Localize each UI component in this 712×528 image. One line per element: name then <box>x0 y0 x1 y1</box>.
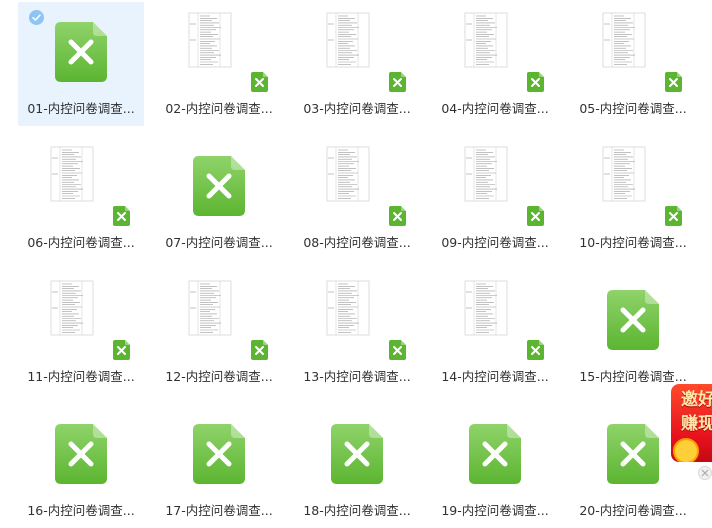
file-name: 05-内控问卷调查... <box>579 101 687 116</box>
excel-badge-icon <box>665 72 682 92</box>
excel-badge-icon <box>251 72 268 92</box>
excel-file-icon <box>55 22 107 82</box>
excel-badge-icon <box>527 206 544 226</box>
excel-badge-icon <box>113 206 130 226</box>
excel-badge-icon <box>389 340 406 360</box>
file-thumbnail <box>186 278 234 338</box>
excel-badge-icon <box>389 72 406 92</box>
excel-file-icon <box>193 156 245 216</box>
file-name: 14-内控问卷调查... <box>441 369 549 384</box>
file-name: 01-内控问卷调查... <box>27 101 135 116</box>
file-name: 19-内控问卷调查... <box>441 503 549 518</box>
file-name: 09-内控问卷调查... <box>441 235 549 250</box>
excel-badge-icon <box>113 340 130 360</box>
file-thumbnail <box>324 278 372 338</box>
file-name: 18-内控问卷调查... <box>303 503 411 518</box>
promo-banner[interactable]: 邀好 赚现 <box>671 384 712 462</box>
file-item[interactable]: 19-内控问卷调查... <box>432 404 558 528</box>
file-grid: 01-内控问卷调查... 02-内控问卷调查... 03-内控问卷调查... 0… <box>0 0 712 518</box>
file-name: 13-内控问卷调查... <box>303 369 411 384</box>
file-thumbnail <box>462 278 510 338</box>
file-name: 02-内控问卷调查... <box>165 101 273 116</box>
file-name: 20-内控问卷调查... <box>579 503 687 518</box>
excel-file-icon <box>607 290 659 350</box>
file-thumbnail <box>600 10 648 70</box>
file-item[interactable]: 03-内控问卷调查... <box>294 2 420 126</box>
excel-file-icon <box>331 424 383 484</box>
file-thumbnail <box>48 144 96 204</box>
file-item[interactable]: 13-内控问卷调查... <box>294 270 420 394</box>
file-item[interactable]: 01-内控问卷调查... <box>18 2 144 126</box>
excel-badge-icon <box>665 206 682 226</box>
file-name: 03-内控问卷调查... <box>303 101 411 116</box>
file-item[interactable]: 08-内控问卷调查... <box>294 136 420 260</box>
file-item[interactable]: 17-内控问卷调查... <box>156 404 282 528</box>
file-name: 12-内控问卷调查... <box>165 369 273 384</box>
file-name: 17-内控问卷调查... <box>165 503 273 518</box>
file-thumbnail <box>462 144 510 204</box>
excel-badge-icon <box>527 72 544 92</box>
file-item[interactable]: 16-内控问卷调查... <box>18 404 144 528</box>
check-circle-icon[interactable] <box>29 10 44 25</box>
file-name: 10-内控问卷调查... <box>579 235 687 250</box>
close-icon[interactable] <box>698 466 712 480</box>
file-name: 04-内控问卷调查... <box>441 101 549 116</box>
file-item[interactable]: 06-内控问卷调查... <box>18 136 144 260</box>
file-name: 07-内控问卷调查... <box>165 235 273 250</box>
file-item[interactable]: 15-内控问卷调查... <box>570 270 696 394</box>
file-thumbnail <box>324 10 372 70</box>
excel-badge-icon <box>389 206 406 226</box>
file-item[interactable]: 05-内控问卷调查... <box>570 2 696 126</box>
excel-file-icon <box>193 424 245 484</box>
file-item[interactable]: 18-内控问卷调查... <box>294 404 420 528</box>
coin-icon <box>673 438 699 462</box>
excel-file-icon <box>55 424 107 484</box>
excel-badge-icon <box>251 340 268 360</box>
file-item[interactable]: 14-内控问卷调查... <box>432 270 558 394</box>
file-item[interactable]: 07-内控问卷调查... <box>156 136 282 260</box>
file-name: 16-内控问卷调查... <box>27 503 135 518</box>
file-item[interactable]: 12-内控问卷调查... <box>156 270 282 394</box>
file-thumbnail <box>186 10 234 70</box>
file-item[interactable]: 04-内控问卷调查... <box>432 2 558 126</box>
file-thumbnail <box>600 144 648 204</box>
file-item[interactable]: 10-内控问卷调查... <box>570 136 696 260</box>
file-name: 11-内控问卷调查... <box>27 369 135 384</box>
excel-badge-icon <box>527 340 544 360</box>
promo-text: 邀好 赚现 <box>681 390 712 434</box>
file-thumbnail <box>324 144 372 204</box>
file-name: 08-内控问卷调查... <box>303 235 411 250</box>
excel-file-icon <box>607 424 659 484</box>
file-thumbnail <box>48 278 96 338</box>
file-name: 06-内控问卷调查... <box>27 235 135 250</box>
excel-file-icon <box>469 424 521 484</box>
file-item[interactable]: 02-内控问卷调查... <box>156 2 282 126</box>
file-thumbnail <box>462 10 510 70</box>
file-item[interactable]: 11-内控问卷调查... <box>18 270 144 394</box>
file-item[interactable]: 09-内控问卷调查... <box>432 136 558 260</box>
file-name: 15-内控问卷调查... <box>579 369 687 384</box>
